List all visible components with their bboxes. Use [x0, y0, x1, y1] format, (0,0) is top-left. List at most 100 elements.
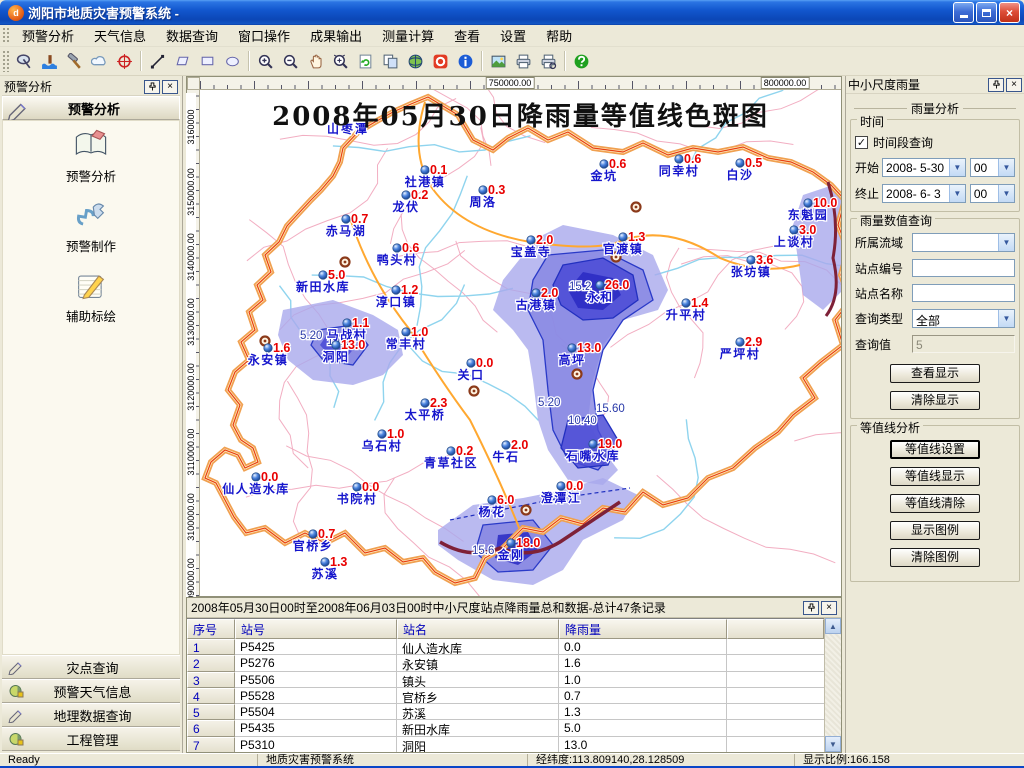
menu-item-7[interactable]: 设置: [490, 23, 536, 48]
map-station[interactable]: 2.9严坪村: [719, 335, 763, 361]
map-station[interactable]: 1.6永安镇: [247, 341, 291, 367]
right-panel-pin-button[interactable]: [988, 78, 1004, 92]
contour-button-1[interactable]: 等值线显示: [890, 467, 980, 486]
target-button[interactable]: [112, 49, 137, 73]
data-panel-close-button[interactable]: ×: [821, 601, 837, 615]
map-station[interactable]: 1.4升平村: [666, 296, 709, 322]
refresh-button[interactable]: [353, 49, 378, 73]
map-station[interactable]: 0.3周洛: [469, 183, 505, 209]
map-station[interactable]: 0.7官桥乡: [293, 527, 336, 553]
station-marker-icon[interactable]: [589, 440, 597, 448]
table-row[interactable]: 6P5435新田水库5.0: [187, 720, 824, 736]
table-row[interactable]: 5P5504苏溪1.3: [187, 704, 824, 720]
station-marker-icon[interactable]: [252, 473, 260, 481]
station-marker-icon[interactable]: [527, 236, 535, 244]
map-station[interactable]: 0.1社港镇: [404, 163, 448, 189]
station-marker-icon[interactable]: [479, 186, 487, 194]
menu-item-5[interactable]: 测量计算: [372, 23, 444, 48]
station-marker-icon[interactable]: [532, 289, 540, 297]
map-station[interactable]: 0.6金坑: [589, 157, 626, 183]
table-row[interactable]: 1P5425仙人造水库0.0: [187, 639, 824, 655]
menu-item-8[interactable]: 帮助: [536, 23, 582, 48]
menu-item-6[interactable]: 查看: [444, 23, 490, 48]
station-marker-icon[interactable]: [342, 215, 350, 223]
station-marker-icon[interactable]: [332, 341, 340, 349]
menu-item-2[interactable]: 数据查询: [156, 23, 228, 48]
copy-button[interactable]: [378, 49, 403, 73]
minimize-button[interactable]: [953, 2, 974, 23]
column-header[interactable]: 序号: [187, 619, 235, 639]
menu-item-4[interactable]: 成果输出: [300, 23, 372, 48]
pan-button[interactable]: [303, 49, 328, 73]
map-canvas[interactable]: 5.2010.4015.25.2015.6010.4015.6山枣潭0.1社港镇…: [200, 90, 841, 596]
left-panel-close-button[interactable]: ×: [162, 80, 178, 94]
station-marker-icon[interactable]: [421, 166, 429, 174]
print-preview-button[interactable]: [536, 49, 561, 73]
map-station[interactable]: 0.7赤马湖: [326, 212, 369, 238]
station-marker-icon[interactable]: [790, 226, 798, 234]
station-marker-icon[interactable]: [619, 233, 627, 241]
chevron-down-icon[interactable]: ▼: [998, 159, 1014, 176]
sidebar-group-1[interactable]: 预警天气信息: [2, 679, 180, 703]
start-hour-combobox[interactable]: 00▼: [970, 158, 1015, 177]
map-station[interactable]: 2.0宝盖寺: [511, 233, 554, 259]
help-button[interactable]: [569, 49, 594, 73]
map-station[interactable]: 1.3苏溪: [311, 555, 347, 581]
right-panel-close-button[interactable]: ×: [1006, 78, 1022, 92]
station-marker-icon[interactable]: [467, 359, 475, 367]
table-row[interactable]: 7P5310洞阳13.0: [187, 737, 824, 752]
station-marker-icon[interactable]: [502, 441, 510, 449]
hammer-button[interactable]: [62, 49, 87, 73]
data-panel-pin-button[interactable]: [803, 601, 819, 615]
contour-button-0[interactable]: 等值线设置: [890, 440, 980, 459]
polygon-button[interactable]: [170, 49, 195, 73]
station-marker-icon[interactable]: [402, 328, 410, 336]
station-marker-icon[interactable]: [568, 344, 576, 352]
map-station[interactable]: 0.0仙人造水库: [222, 470, 290, 496]
station-marker-icon[interactable]: [682, 299, 690, 307]
scroll-down-button[interactable]: ▼: [825, 736, 841, 752]
line-button[interactable]: [145, 49, 170, 73]
column-header[interactable]: 站名: [397, 619, 559, 639]
chevron-down-icon[interactable]: ▼: [998, 310, 1014, 327]
map-station[interactable]: 1.3官渡镇: [603, 230, 646, 256]
station-marker-icon[interactable]: [675, 155, 683, 163]
menu-gripper[interactable]: [2, 27, 10, 44]
time-range-checkbox[interactable]: ✓: [855, 136, 868, 149]
query-type-combobox[interactable]: 全部▼: [912, 309, 1015, 328]
sidebar-item-0[interactable]: 预警分析: [3, 127, 179, 197]
map-station[interactable]: 3.0上谈村: [774, 223, 817, 249]
station-marker-icon[interactable]: [507, 539, 515, 547]
start-date-combobox[interactable]: 2008- 5-30▼: [882, 158, 966, 177]
chevron-down-icon[interactable]: ▼: [998, 234, 1014, 251]
cloud-button[interactable]: [87, 49, 112, 73]
station-marker-icon[interactable]: [309, 530, 317, 538]
globe-button[interactable]: [403, 49, 428, 73]
table-row[interactable]: 3P5506镇头1.0: [187, 672, 824, 688]
show-display-button[interactable]: 查看显示: [890, 364, 980, 383]
map-station[interactable]: 0.0书院村: [337, 480, 380, 506]
station-marker-icon[interactable]: [747, 256, 755, 264]
map-station[interactable]: 0.0澄潭江: [541, 479, 584, 505]
contour-button-2[interactable]: 等值线清除: [890, 494, 980, 513]
contour-button-3[interactable]: 显示图例: [890, 521, 980, 540]
radar-button[interactable]: [12, 49, 37, 73]
chevron-down-icon[interactable]: ▼: [998, 185, 1014, 202]
station-marker-icon[interactable]: [264, 344, 272, 352]
chevron-down-icon[interactable]: ▼: [949, 159, 965, 176]
zoom-window-button[interactable]: [328, 49, 353, 73]
station-marker-icon[interactable]: [736, 159, 744, 167]
sidebar-group-3[interactable]: 工程管理: [2, 727, 180, 751]
station-marker-icon[interactable]: [736, 338, 744, 346]
end-hour-combobox[interactable]: 00▼: [970, 184, 1015, 203]
station-marker-icon[interactable]: [402, 191, 410, 199]
end-date-combobox[interactable]: 2008- 6- 3▼: [882, 184, 966, 203]
table-row[interactable]: 4P5528官桥乡0.7: [187, 688, 824, 704]
map-station[interactable]: 0.6鸭头村: [377, 241, 420, 267]
station-id-input[interactable]: [912, 259, 1015, 277]
map-station[interactable]: 0.2龙伏: [392, 188, 428, 214]
station-marker-icon[interactable]: [557, 482, 565, 490]
station-marker-icon[interactable]: [392, 286, 400, 294]
map-station[interactable]: 2.0牛石: [492, 438, 528, 464]
scroll-up-button[interactable]: ▲: [825, 618, 841, 634]
